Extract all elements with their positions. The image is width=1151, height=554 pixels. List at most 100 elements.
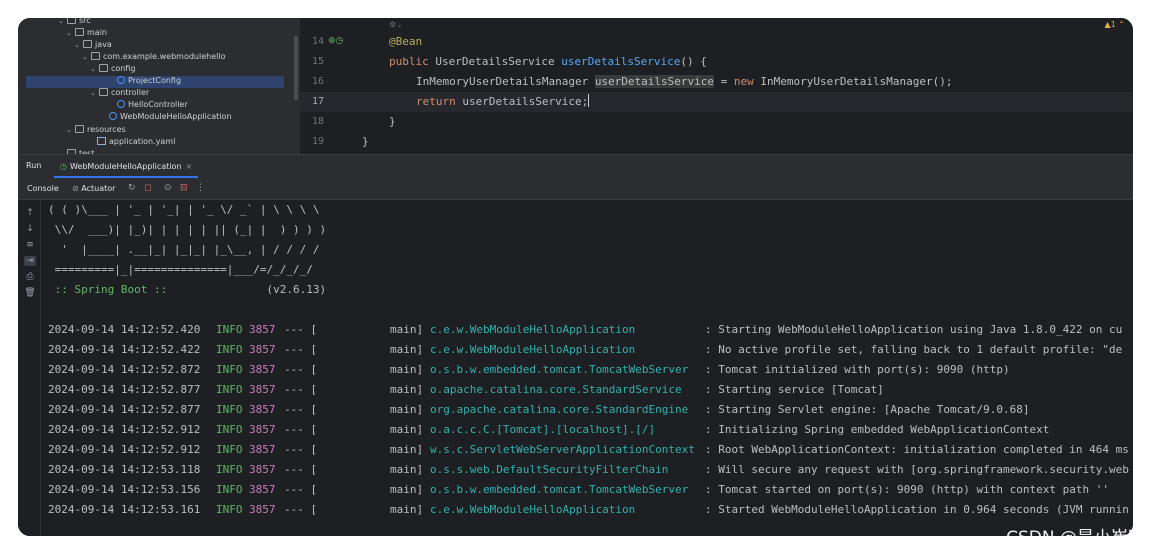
log-logger[interactable]: o.s.s.web.DefaultSecurityFilterChain [430, 460, 668, 480]
folder-icon [83, 40, 92, 48]
exit-icon[interactable]: ⊟ [180, 183, 188, 193]
chevron-down-icon[interactable]: ⌄ [66, 124, 75, 136]
chevron-down-icon[interactable]: ⌄ [90, 63, 99, 75]
code-editor[interactable]: ⚙⌄ ▲1 ⌃ ⊕◷ 14 15 16 17 18 19 @Bean publi… [300, 18, 1133, 154]
log-pid: 3857 [249, 503, 276, 516]
tab-console[interactable]: Console [27, 184, 59, 193]
log-logger[interactable]: o.s.b.w.embedded.tomcat.TomcatWebServer [430, 360, 688, 380]
close-tab-icon[interactable]: × [186, 162, 193, 171]
tree-item[interactable]: HelloController [108, 99, 188, 111]
log-logger[interactable]: org.apache.catalina.core.StandardEngine [430, 400, 688, 420]
log-thread: main] [390, 443, 424, 456]
tree-item[interactable]: ⌄ config [90, 63, 135, 75]
chevron-down-icon[interactable]: ⌄ [82, 51, 91, 63]
code-line-18: } [389, 115, 396, 128]
tree-item-label: WebModuleHelloApplication [120, 112, 232, 121]
more-options-icon[interactable]: ⋮ [196, 183, 205, 193]
log-thread: main] [390, 383, 424, 396]
tab-actuator[interactable]: ⊘ Actuator [72, 184, 115, 193]
log-level: INFO [216, 443, 243, 456]
log-pid: 3857 [249, 343, 276, 356]
log-pid: 3857 [249, 443, 276, 456]
run-config-icon: ◷ [60, 162, 67, 171]
log-message: : Will secure any request with [org.spri… [705, 463, 1129, 476]
soft-wrap-icon[interactable]: ≡ [24, 240, 36, 250]
tree-item[interactable]: WebModuleHelloApplication [100, 111, 232, 123]
log-pid: 3857 [249, 463, 276, 476]
log-separator: --- [ [284, 463, 318, 476]
log-message: : Tomcat initialized with port(s): 9090 … [705, 363, 1010, 376]
tree-item[interactable]: application.yaml [88, 136, 175, 148]
print-icon[interactable]: ⎙ [24, 272, 36, 282]
ide-window: ⌄ src ⌄ main ⌄ java ⌄ com.example.webmodulehell… [18, 18, 1133, 536]
console-side-toolbar: ↑ ↓ ≡ ⇥ ⎙ 🗑 [18, 200, 41, 536]
tree-item[interactable]: ⌄ java [74, 39, 112, 51]
clear-all-icon[interactable]: 🗑 [24, 288, 36, 298]
class-icon [117, 76, 125, 84]
run-label: Run [26, 161, 42, 170]
tree-item[interactable]: ⌄ com.example.webmodulehello [82, 51, 225, 63]
line-number: 19 [312, 136, 325, 147]
log-timestamp: 2024-09-14 14:12:52.877 [48, 403, 201, 416]
line-number: 15 [312, 56, 325, 67]
log-separator: --- [ [284, 443, 318, 456]
log-line: 2024-09-14 14:12:53.161 INFO 3857 --- [main… [48, 500, 1133, 520]
log-separator: --- [ [284, 503, 318, 516]
log-logger[interactable]: o.a.c.c.C.[Tomcat].[localhost].[/] [430, 420, 655, 440]
text-cursor [588, 94, 590, 107]
log-logger[interactable]: o.apache.catalina.core.StandardService [430, 380, 682, 400]
log-line: 2024-09-14 14:12:52.420 INFO 3857 --- [main… [48, 320, 1133, 340]
project-tree: ⌄ src ⌄ main ⌄ java ⌄ com.example.webmodulehell… [18, 18, 300, 154]
tab-webmodulehelloapplication[interactable]: ◷ WebModuleHelloApplication × [54, 155, 199, 178]
scroll-to-end-icon[interactable]: ⇥ [24, 256, 36, 266]
log-message: : Tomcat started on port(s): 9090 (http)… [705, 483, 1109, 496]
log-thread: main] [390, 343, 424, 356]
log-logger[interactable]: c.e.w.WebModuleHelloApplication [430, 340, 635, 360]
log-logger[interactable]: o.s.b.w.embedded.tomcat.TomcatWebServer [430, 480, 688, 500]
tree-item[interactable]: ⌄ main [66, 27, 107, 39]
tree-item[interactable]: ⌄ resources [66, 124, 126, 136]
log-logger[interactable]: w.s.c.ServletWebServerApplicationContext [430, 440, 695, 460]
log-timestamp: 2024-09-14 14:12:53.161 [48, 503, 201, 516]
warning-indicator[interactable]: ▲1 ⌃ [1105, 20, 1126, 29]
tree-item[interactable]: ⌄ controller [90, 87, 149, 99]
scroll-up-icon[interactable]: ↑ [24, 208, 36, 218]
log-pid: 3857 [249, 403, 276, 416]
log-pid: 3857 [249, 423, 276, 436]
folder-icon [75, 125, 84, 133]
camera-icon[interactable]: ⊙ [164, 183, 172, 193]
stop-icon[interactable]: ◻ [144, 183, 151, 193]
tree-item-label: resources [87, 125, 126, 134]
run-toolwindow-header: Run ◷ WebModuleHelloApplication × [18, 154, 1133, 178]
log-separator: --- [ [284, 483, 318, 496]
console-output[interactable]: ( ( )\___ | '_ | '_| | '_ \/ _` | \ \ \ … [18, 200, 1133, 536]
rerun-icon[interactable]: ↻ [128, 183, 136, 193]
log-level: INFO [216, 503, 243, 516]
chevron-down-icon[interactable]: ⌄ [90, 87, 99, 99]
log-level: INFO [216, 463, 243, 476]
chevron-down-icon[interactable]: ⌄ [74, 39, 83, 51]
log-timestamp: 2024-09-14 14:12:52.420 [48, 323, 201, 336]
code-line-19: } [362, 135, 369, 148]
log-message: : Starting WebModuleHelloApplication usi… [705, 323, 1123, 336]
log-level: INFO [216, 383, 243, 396]
chevron-down-icon[interactable]: ⌄ [66, 27, 75, 39]
tree-item-label: HelloController [128, 100, 188, 109]
tree-scrollbar[interactable] [294, 36, 298, 100]
tree-item[interactable]: ProjectConfig [108, 75, 181, 87]
log-logger[interactable]: c.e.w.WebModuleHelloApplication [430, 320, 635, 340]
log-line: 2024-09-14 14:12:53.118 INFO 3857 --- [main… [48, 460, 1133, 480]
log-separator: --- [ [284, 403, 318, 416]
log-separator: --- [ [284, 343, 318, 356]
class-icon [109, 112, 117, 120]
log-logger[interactable]: c.e.w.WebModuleHelloApplication [430, 500, 635, 520]
code-line-14: @Bean [389, 35, 423, 48]
log-message: : Starting Servlet engine: [Apache Tomca… [705, 403, 1030, 416]
log-timestamp: 2024-09-14 14:12:52.912 [48, 443, 201, 456]
tree-item[interactable]: ⌄ src [58, 18, 91, 27]
inlay-hint-icon[interactable]: ⚙⌄ [389, 20, 403, 29]
package-icon [99, 64, 108, 72]
log-message: : Initializing Spring embedded WebApplic… [705, 423, 1050, 436]
chevron-down-icon[interactable]: ⌄ [58, 18, 67, 27]
scroll-down-icon[interactable]: ↓ [24, 224, 36, 234]
